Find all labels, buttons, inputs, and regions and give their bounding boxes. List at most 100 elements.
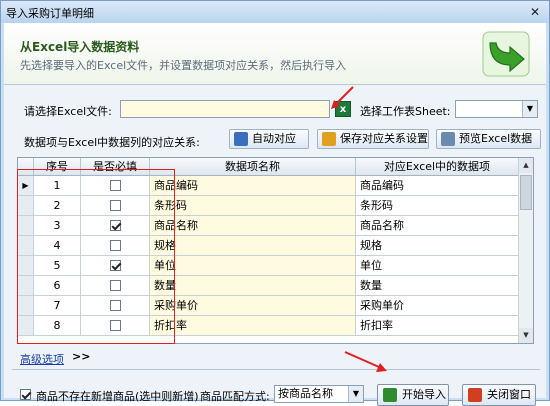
- bottom-divider: [12, 369, 540, 370]
- required-checkbox[interactable]: [109, 219, 121, 231]
- required-checkbox[interactable]: [109, 179, 121, 191]
- auto-map-button[interactable]: 自动对应: [229, 129, 309, 149]
- excel-column-cell[interactable]: 条形码: [356, 196, 519, 216]
- excel-column-cell[interactable]: 折扣率: [356, 316, 519, 336]
- header-subtitle: 先选择要导入的Excel文件，并设置数据项对应关系，然后执行导入: [20, 59, 347, 72]
- row-indicator[interactable]: [18, 236, 34, 256]
- field-name-cell[interactable]: 采购单价: [150, 296, 356, 316]
- play-icon: [383, 388, 397, 402]
- excel-column-cell[interactable]: 采购单价: [356, 296, 519, 316]
- excel-column-cell[interactable]: 规格: [356, 236, 519, 256]
- chevron-down-icon[interactable]: ▼: [522, 101, 537, 117]
- table-row[interactable]: 6 数量 数量: [18, 276, 519, 296]
- match-mode-select[interactable]: 按商品名称 ▼: [274, 385, 364, 403]
- excel-column-cell[interactable]: 商品编码: [356, 176, 519, 196]
- close-dialog-button-label: 关闭窗口: [487, 388, 531, 401]
- row-indicator[interactable]: [18, 316, 34, 336]
- required-cell[interactable]: [81, 196, 150, 216]
- row-number: 4: [34, 236, 81, 256]
- row-indicator[interactable]: [18, 216, 34, 236]
- excel-file-icon[interactable]: x: [335, 101, 351, 117]
- scroll-up-icon[interactable]: ▲: [519, 158, 533, 173]
- save-mapping-button[interactable]: 保存对应关系设置: [317, 129, 429, 149]
- table-row[interactable]: 7 采购单价 采购单价: [18, 296, 519, 316]
- grid-vertical-scrollbar[interactable]: ▲ ▼: [518, 158, 533, 343]
- row-indicator[interactable]: [18, 296, 34, 316]
- preview-excel-button-label: 预览Excel数据: [459, 132, 533, 145]
- table-row[interactable]: 3 商品名称 商品名称: [18, 216, 519, 236]
- sheet-select[interactable]: ▼: [455, 100, 538, 118]
- expand-chevron-icon[interactable]: >>: [72, 350, 90, 363]
- field-name-cell[interactable]: 折扣率: [150, 316, 356, 336]
- create-new-checkbox[interactable]: [20, 388, 31, 401]
- create-new-label[interactable]: 商品不存在新增商品(选中则新增): [36, 388, 199, 404]
- bottom-action-row: 商品不存在新增商品(选中则新增) 商品匹配方式: 按商品名称 ▼ 开始导入 关闭…: [20, 384, 540, 406]
- table-row[interactable]: 5 单位 单位: [18, 256, 519, 276]
- required-cell[interactable]: [81, 276, 150, 296]
- required-cell[interactable]: [81, 176, 150, 196]
- checkmark-shield-icon: [322, 132, 336, 146]
- excel-column-cell[interactable]: 商品名称: [356, 216, 519, 236]
- scroll-down-icon[interactable]: ▼: [519, 328, 533, 343]
- table-row[interactable]: 4 规格 规格: [18, 236, 519, 256]
- row-number: 6: [34, 276, 81, 296]
- row-indicator[interactable]: ▶: [18, 176, 34, 196]
- grid-header-required[interactable]: 是否必填: [81, 158, 150, 176]
- field-name-cell[interactable]: 商品编码: [150, 176, 356, 196]
- file-select-row: 请选择Excel文件: x 选择工作表Sheet: ▼: [14, 100, 540, 120]
- required-cell[interactable]: [81, 316, 150, 336]
- mapping-label: 数据项与Excel中数据列的对应关系:: [24, 136, 200, 149]
- grid-header-no[interactable]: 序号: [34, 158, 81, 176]
- required-cell[interactable]: [81, 236, 150, 256]
- close-dialog-button[interactable]: 关闭窗口: [462, 384, 536, 406]
- scrollbar-thumb[interactable]: [520, 175, 532, 210]
- row-indicator[interactable]: [18, 256, 34, 276]
- excel-file-input[interactable]: [120, 100, 330, 118]
- field-name-cell[interactable]: 条形码: [150, 196, 356, 216]
- excel-column-cell[interactable]: 数量: [356, 276, 519, 296]
- field-name-cell[interactable]: 规格: [150, 236, 356, 256]
- book-icon: [234, 132, 248, 146]
- row-number: 1: [34, 176, 81, 196]
- row-indicator[interactable]: [18, 276, 34, 296]
- dialog-client-area: 从Excel导入数据资料 先选择要导入的Excel文件，并设置数据项对应关系，然…: [4, 23, 546, 406]
- required-cell[interactable]: [81, 296, 150, 316]
- row-indicator[interactable]: [18, 196, 34, 216]
- required-checkbox[interactable]: [109, 239, 121, 251]
- required-checkbox[interactable]: [109, 319, 121, 331]
- required-checkbox[interactable]: [109, 279, 121, 291]
- required-checkbox[interactable]: [109, 299, 121, 311]
- table-row[interactable]: ▶ 1 商品编码 商品编码: [18, 176, 519, 196]
- field-name-cell[interactable]: 数量: [150, 276, 356, 296]
- match-mode-value: 按商品名称: [278, 387, 333, 400]
- grid-header-excel-column[interactable]: 对应Excel中的数据项: [356, 158, 519, 176]
- preview-excel-button[interactable]: 预览Excel数据: [436, 129, 541, 149]
- match-mode-label: 商品匹配方式:: [200, 390, 270, 403]
- field-name-cell[interactable]: 商品名称: [150, 216, 356, 236]
- table-row[interactable]: 8 折扣率 折扣率: [18, 316, 519, 336]
- advanced-options-link[interactable]: 高级选项: [20, 351, 64, 367]
- title-bar[interactable]: 导入采购订单明细 ✕: [1, 1, 549, 23]
- preview-icon: [441, 132, 455, 146]
- mapping-toolbar: 数据项与Excel中数据列的对应关系: 自动对应 保存对应关系设置 预览Exce…: [24, 129, 541, 151]
- window-title: 导入采购订单明细: [6, 7, 94, 20]
- row-number: 3: [34, 216, 81, 236]
- create-new-checkbox-box[interactable]: [20, 388, 31, 400]
- row-number: 7: [34, 296, 81, 316]
- row-number: 2: [34, 196, 81, 216]
- required-cell[interactable]: [81, 256, 150, 276]
- required-checkbox[interactable]: [109, 259, 121, 271]
- row-number: 8: [34, 316, 81, 336]
- header-title: 从Excel导入数据资料: [20, 40, 140, 54]
- excel-column-cell[interactable]: 单位: [356, 256, 519, 276]
- table-row[interactable]: 2 条形码 条形码: [18, 196, 519, 216]
- mapping-grid[interactable]: 序号 是否必填 数据项名称 对应Excel中的数据项 ▶ 1 商品编码 商品编码 2 条形…: [17, 157, 534, 344]
- chevron-down-icon[interactable]: ▼: [348, 386, 363, 402]
- grid-header-name[interactable]: 数据项名称: [150, 158, 356, 176]
- required-cell[interactable]: [81, 216, 150, 236]
- start-import-button[interactable]: 开始导入: [377, 384, 449, 406]
- close-window-button[interactable]: ✕: [527, 5, 543, 19]
- required-checkbox[interactable]: [109, 199, 121, 211]
- close-icon: [468, 388, 482, 402]
- field-name-cell[interactable]: 单位: [150, 256, 356, 276]
